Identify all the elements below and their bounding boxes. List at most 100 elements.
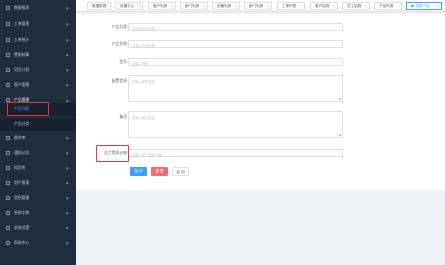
category-select[interactable]: 请选择产品分类 xyxy=(128,23,343,31)
category-placeholder: 请选择产品分类 xyxy=(132,27,156,31)
close-icon[interactable]: × xyxy=(138,3,140,10)
close-icon[interactable]: × xyxy=(333,3,335,10)
notice-icon xyxy=(6,151,10,155)
close-icon[interactable]: × xyxy=(365,3,367,10)
commission-input[interactable]: 请输入员工提成价格 xyxy=(128,149,343,157)
back-button[interactable]: 返 回 xyxy=(172,167,189,176)
close-icon[interactable]: × xyxy=(300,3,302,10)
sidebar-item-label: 系统字典 xyxy=(14,211,30,215)
sidebar-item-users[interactable]: 用户管理 xyxy=(0,177,76,190)
form-card: 产品分类: 请选择产品分类 产品名称: 请输入产品名称 型号: 请输入型号 配置… xyxy=(76,14,445,190)
chevron-down-icon xyxy=(65,241,69,245)
tab-label: 数据报表 xyxy=(92,4,107,8)
ticket-icon xyxy=(6,22,10,26)
tab-product-list[interactable]: 产品列表 × xyxy=(374,2,402,10)
close-icon[interactable]: × xyxy=(106,3,108,10)
close-icon[interactable]: × xyxy=(203,3,205,10)
settings-icon xyxy=(6,226,10,230)
model-label: 型号: xyxy=(119,60,128,64)
active-dot-icon xyxy=(411,4,414,8)
tab-add-product[interactable]: 添加产品 × xyxy=(406,2,442,10)
chevron-down-icon xyxy=(65,136,69,140)
sidebar-item-billing[interactable]: 费用结算 xyxy=(0,49,76,62)
plan-icon xyxy=(6,68,10,72)
book-icon xyxy=(6,166,10,170)
tabs-bar: 数据报表 × 设置中心 × 客户列表 × 部门列表 × 设备列表 × 部门列表 × 工单列表… xyxy=(76,0,445,12)
tab-label: 客户结算 xyxy=(315,4,330,8)
tab-label: 添加产品 xyxy=(415,4,430,8)
tab-department-list[interactable]: 部门列表 × xyxy=(180,2,208,10)
chevron-down-icon xyxy=(65,211,69,215)
sidebar-item-settings[interactable]: 系统设置 xyxy=(0,222,76,235)
help-icon xyxy=(6,241,10,245)
sidebar-item-notices[interactable]: 通知公告 xyxy=(0,147,76,160)
config-placeholder: 请输入配置信息 xyxy=(132,79,156,84)
tab-label: 设置中心 xyxy=(120,4,135,8)
chevron-down-icon xyxy=(65,38,69,42)
close-icon[interactable]: × xyxy=(267,3,269,10)
tab-device-list[interactable]: 设备列表 × xyxy=(212,2,240,10)
close-icon[interactable]: × xyxy=(171,3,173,10)
dict-icon xyxy=(6,211,10,215)
tab-department-list-2[interactable]: 部门列表 × xyxy=(244,2,272,10)
sidebar-item-label: 知识库 xyxy=(14,166,26,170)
sidebar-item-label: 工单统计 xyxy=(14,38,30,42)
chevron-down-icon xyxy=(65,226,69,230)
sidebar-item-label: 用户管理 xyxy=(14,181,30,185)
sidebar-item-customers[interactable]: 客户管理 xyxy=(0,79,76,92)
sidebar-item-dictionary[interactable]: 系统字典 xyxy=(0,207,76,220)
sidebar-item-reports[interactable]: 数据报表 xyxy=(0,2,76,15)
tab-label: 设备列表 xyxy=(217,4,232,8)
tab-customer-list[interactable]: 客户列表 × xyxy=(148,2,176,10)
close-icon[interactable]: × xyxy=(437,3,439,10)
remark-label: 备注: xyxy=(119,115,128,119)
sidebar-subitem-product-category[interactable]: 产品分类 xyxy=(0,118,76,131)
sidebar-item-label: 工单管理 xyxy=(14,22,30,26)
sidebar-item-label: 角色管理 xyxy=(14,196,30,200)
sidebar-item-label: 项目计划 xyxy=(14,68,30,72)
app-root: 数据报表 工单管理 工单统计 费用结算 项目计划 客户管理 产品管理 产品列表 … xyxy=(0,0,445,265)
tab-customer-settlement[interactable]: 客户结算 × xyxy=(310,2,338,10)
resize-handle-icon[interactable] xyxy=(338,97,341,100)
sidebar-item-label: 数据报表 xyxy=(14,6,30,10)
chevron-down-icon xyxy=(65,196,69,200)
sidebar-item-plans[interactable]: 项目计划 xyxy=(0,64,76,77)
sidebar-item-spare-parts[interactable]: 备件库 xyxy=(0,132,76,145)
chevron-down-icon xyxy=(65,151,69,155)
reset-button[interactable]: 重 置 xyxy=(151,167,168,176)
sidebar-item-roles[interactable]: 角色管理 xyxy=(0,192,76,205)
chevron-down-icon xyxy=(65,6,69,10)
tab-label: 工单列表 xyxy=(282,4,297,8)
tab-reports[interactable]: 数据报表 × xyxy=(87,2,111,10)
chevron-down-icon xyxy=(65,166,69,170)
tab-employee-settlement[interactable]: 员工结算 × xyxy=(342,2,370,10)
tab-label: 员工结算 xyxy=(347,4,362,8)
sidebar-item-help[interactable]: 帮助中心 xyxy=(0,237,76,250)
close-icon[interactable]: × xyxy=(397,3,399,10)
model-input[interactable]: 请输入型号 xyxy=(128,58,343,66)
product-name-input[interactable]: 请输入产品名称 xyxy=(128,40,343,48)
sidebar-item-label: 费用结算 xyxy=(14,53,30,57)
tab-ticket-list[interactable]: 工单列表 × xyxy=(277,2,305,10)
sidebar-item-tickets[interactable]: 工单管理 xyxy=(0,18,76,31)
chevron-down-icon xyxy=(65,22,69,26)
stats-icon xyxy=(6,38,10,42)
save-button[interactable]: 保 存 xyxy=(130,167,147,176)
remark-placeholder: 请输入备注信息 xyxy=(132,115,156,120)
sidebar-item-label: 系统设置 xyxy=(14,226,30,230)
remark-textarea[interactable]: 请输入备注信息 xyxy=(128,111,343,138)
chevron-down-icon xyxy=(65,68,69,72)
config-textarea[interactable]: 请输入配置信息 xyxy=(128,75,343,102)
tab-label: 部门列表 xyxy=(249,4,264,8)
commission-placeholder: 请输入员工提成价格 xyxy=(132,153,162,157)
chevron-down-icon xyxy=(65,83,69,87)
close-icon[interactable]: × xyxy=(235,3,237,10)
model-placeholder: 请输入型号 xyxy=(132,62,149,66)
sidebar-item-ticket-stats[interactable]: 工单统计 xyxy=(0,34,76,47)
sidebar-subitem-label: 产品分类 xyxy=(14,122,30,126)
sidebar-item-knowledge[interactable]: 知识库 xyxy=(0,162,76,175)
tab-label: 部门列表 xyxy=(185,4,200,8)
resize-handle-icon[interactable] xyxy=(338,133,341,136)
tab-label: 客户列表 xyxy=(153,4,168,8)
tab-settings-center[interactable]: 设置中心 × xyxy=(115,2,143,10)
